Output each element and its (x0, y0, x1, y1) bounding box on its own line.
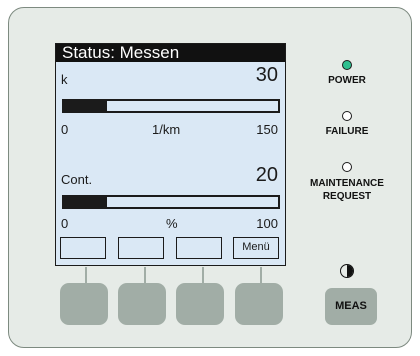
failure-label: FAILURE (325, 126, 369, 137)
softkey-button-3[interactable] (176, 283, 224, 325)
gauge-cont-value: 20 (255, 164, 278, 186)
softkey-label-2 (118, 237, 164, 259)
meas-button[interactable]: MEAS (325, 288, 377, 325)
gauge-cont-unit: % (166, 216, 178, 231)
display-title: Status: Messen (56, 44, 285, 62)
gauge-k-value: 30 (255, 64, 278, 86)
gauge-cont-label: Cont. (61, 172, 93, 187)
power-led-icon (342, 60, 352, 70)
gauge-cont-bar (62, 195, 280, 209)
gauge-k-bar (62, 99, 280, 113)
softkey-button-menu[interactable] (235, 283, 283, 325)
gauge-k-min: 0 (61, 122, 69, 137)
gauge-k-max: 150 (256, 122, 278, 137)
gauge-k-label: k (61, 72, 68, 87)
softkey-label-3 (176, 237, 222, 259)
gauge-cont-max: 100 (256, 216, 278, 231)
contrast-icon (340, 264, 354, 278)
gauge-cont-fill (64, 197, 107, 207)
gauge-k-unit: 1/km (152, 122, 181, 137)
failure-led-icon (342, 111, 352, 121)
power-label: POWER (328, 75, 366, 86)
maintenance-label: MAINTENANCE REQUEST (310, 178, 384, 202)
softkey-button-2[interactable] (118, 283, 166, 325)
gauge-k-fill (64, 101, 107, 111)
softkey-button-1[interactable] (60, 283, 108, 325)
softkey-label-1 (60, 237, 106, 259)
lcd-display: Status: Messen k 30 0 1/km 150 Cont. 20 … (55, 43, 286, 266)
maintenance-led-icon (342, 162, 352, 172)
softkey-label-menu: Menü (233, 237, 279, 259)
gauge-cont-min: 0 (61, 216, 69, 231)
